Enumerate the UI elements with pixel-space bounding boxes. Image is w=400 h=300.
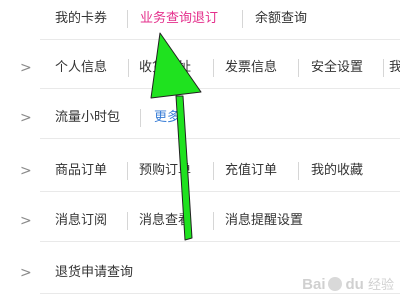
invoice-info-link[interactable]: 发票信息 xyxy=(225,58,277,78)
separator xyxy=(127,212,128,230)
row-divider xyxy=(40,241,400,242)
account-menu: 我的卡券 业务查询退订 余额查询 > 个人信息 收货地址 发票信息 安全设置 我… xyxy=(0,0,400,300)
my-favorites-link[interactable]: 我的收藏 xyxy=(311,161,363,181)
row-divider xyxy=(40,39,400,40)
watermark-brand: Bai xyxy=(302,276,326,293)
separator xyxy=(242,10,243,28)
service-query-unsubscribe-link[interactable]: 业务查询退订 xyxy=(140,9,218,29)
return-request-query-link[interactable]: 退货申请查询 xyxy=(55,263,133,283)
paw-logo-icon xyxy=(328,277,343,291)
product-orders-link[interactable]: 商品订单 xyxy=(55,161,107,181)
recharge-orders-link[interactable]: 充值订单 xyxy=(225,161,277,181)
separator xyxy=(128,59,129,77)
chevron-right-icon[interactable]: > xyxy=(20,110,32,126)
chevron-right-icon[interactable]: > xyxy=(20,163,32,179)
personal-info-link[interactable]: 个人信息 xyxy=(55,58,107,78)
row-divider xyxy=(40,138,400,139)
chevron-right-icon[interactable]: > xyxy=(20,60,32,76)
menu-row-cards: 我的卡券 业务查询退订 余额查询 xyxy=(0,0,400,40)
message-subscription-link[interactable]: 消息订阅 xyxy=(55,211,107,231)
separator xyxy=(127,162,128,180)
separator xyxy=(213,212,214,230)
menu-row-account: > 个人信息 收货地址 发票信息 安全设置 我 xyxy=(0,49,400,89)
baidu-watermark: Bai du 经验 xyxy=(302,276,394,294)
shipping-address-link[interactable]: 收货地址 xyxy=(139,58,191,78)
row-divider xyxy=(40,88,400,89)
separator xyxy=(383,59,384,77)
chevron-right-icon[interactable]: > xyxy=(20,265,32,281)
separator xyxy=(213,59,214,77)
menu-row-orders: > 商品订单 预购订单 充值订单 我的收藏 xyxy=(0,152,400,192)
more-link[interactable]: 更多 xyxy=(154,108,180,128)
security-settings-link[interactable]: 安全设置 xyxy=(311,58,363,78)
menu-row-messages: > 消息订阅 消息查看 消息提醒设置 xyxy=(0,202,400,242)
menu-row-data: > 流量小时包 更多 xyxy=(0,99,400,139)
separator xyxy=(127,10,128,28)
balance-query-link[interactable]: 余额查询 xyxy=(255,9,307,29)
my-overflow-link[interactable]: 我 xyxy=(389,58,400,78)
row-divider xyxy=(40,191,400,192)
separator xyxy=(140,109,141,127)
separator xyxy=(298,59,299,77)
separator xyxy=(298,162,299,180)
watermark-sub: 经验 xyxy=(367,277,394,292)
preorders-link[interactable]: 预购订单 xyxy=(139,161,191,181)
watermark-brand-suffix: du xyxy=(345,276,364,293)
message-reminder-settings-link[interactable]: 消息提醒设置 xyxy=(225,211,303,231)
my-coupons-link[interactable]: 我的卡券 xyxy=(55,9,107,29)
view-messages-link[interactable]: 消息查看 xyxy=(139,211,191,231)
chevron-right-icon[interactable]: > xyxy=(20,213,32,229)
hourly-data-pack-link[interactable]: 流量小时包 xyxy=(55,108,120,128)
separator xyxy=(213,162,214,180)
